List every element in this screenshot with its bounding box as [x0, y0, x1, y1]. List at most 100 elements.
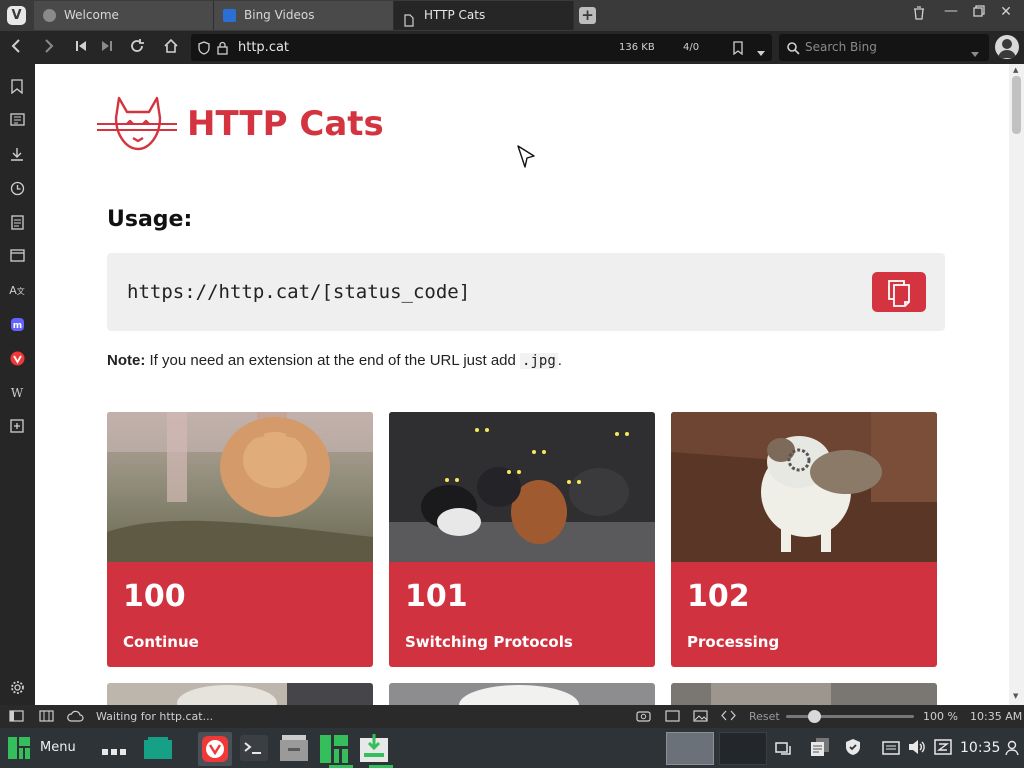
- lock-icon[interactable]: [217, 40, 228, 59]
- bookmarks-panel-icon[interactable]: [9, 79, 25, 95]
- page-icon: [403, 9, 416, 27]
- downloads-icon[interactable]: [9, 147, 25, 163]
- page-tiling-icon[interactable]: [665, 710, 680, 725]
- start-menu-button[interactable]: Menu: [0, 728, 86, 768]
- history-icon[interactable]: [9, 181, 25, 197]
- minimize-button[interactable]: —: [941, 3, 961, 19]
- status-bar: Waiting for http.cat... Reset 100 % 10:3…: [0, 705, 1024, 728]
- taskbar-files[interactable]: [280, 733, 308, 767]
- tab-label: Welcome: [64, 8, 119, 22]
- note-label: Note:: [107, 352, 146, 369]
- svg-text:m: m: [12, 321, 21, 331]
- translate-icon[interactable]: A文: [9, 283, 25, 299]
- show-desktop-icon[interactable]: [144, 737, 172, 763]
- new-tab-button[interactable]: +: [579, 7, 596, 24]
- zoom-reset-button[interactable]: Reset: [749, 710, 780, 723]
- chevron-down-icon[interactable]: [756, 43, 766, 62]
- page-actions-icon[interactable]: [721, 709, 736, 725]
- copy-button[interactable]: [872, 272, 926, 312]
- window-panel-icon[interactable]: [9, 249, 25, 265]
- page-scrollbar[interactable]: ▲ ▼: [1009, 64, 1024, 705]
- status-code: 100: [123, 579, 186, 614]
- home-button[interactable]: [161, 38, 181, 58]
- tile-tabs-icon[interactable]: [39, 710, 54, 725]
- forward-button[interactable]: [39, 38, 59, 58]
- search-field[interactable]: Search Bing: [779, 34, 989, 61]
- taskbar-package-manager[interactable]: [360, 734, 388, 766]
- vivaldi-menu-icon[interactable]: V: [7, 6, 26, 25]
- usage-code: https://http.cat/[status_code]: [127, 281, 471, 303]
- scrollbar-thumb[interactable]: [1012, 76, 1021, 134]
- fast-forward-button[interactable]: [97, 38, 117, 58]
- usage-heading: Usage:: [107, 207, 193, 232]
- globe-icon: [43, 9, 56, 22]
- workspace-1[interactable]: [666, 732, 714, 765]
- security-shield-icon[interactable]: [845, 738, 861, 760]
- tab-welcome[interactable]: Welcome: [34, 1, 214, 30]
- taskbar-clock[interactable]: 10:35: [960, 740, 1000, 756]
- add-panel-icon[interactable]: [9, 419, 25, 435]
- network-icon[interactable]: [882, 740, 900, 759]
- scroll-down-icon[interactable]: ▼: [1013, 692, 1018, 700]
- tab-bing-videos[interactable]: Bing Videos: [214, 1, 394, 30]
- taskbar-manjaro-app[interactable]: [320, 735, 348, 767]
- site-title[interactable]: HTTP Cats: [187, 104, 384, 144]
- shield-icon[interactable]: [198, 40, 210, 59]
- usage-code-block: https://http.cat/[status_code]: [107, 253, 945, 331]
- note-body: If you need an extension at the end of t…: [145, 352, 521, 369]
- status-label: Processing: [687, 633, 780, 651]
- notes-icon[interactable]: [9, 215, 25, 231]
- clipboard-icon[interactable]: [810, 737, 830, 761]
- close-button[interactable]: ✕: [996, 4, 1016, 20]
- http-cats-logo-icon[interactable]: [97, 94, 179, 157]
- reading-list-icon[interactable]: [9, 113, 25, 129]
- menu-label: Menu: [40, 740, 76, 755]
- vivaldi-social-icon[interactable]: [9, 351, 25, 367]
- trash-icon[interactable]: [909, 5, 929, 24]
- user-menu-icon[interactable]: [1005, 740, 1019, 760]
- settings-gear-icon[interactable]: [9, 680, 25, 696]
- wikipedia-icon[interactable]: W: [9, 385, 25, 401]
- address-field[interactable]: http.cat 136 KB 4/0: [191, 34, 772, 61]
- rewind-button[interactable]: [71, 38, 91, 58]
- status-card-101[interactable]: 101 Switching Protocols: [389, 412, 655, 667]
- status-label: Continue: [123, 633, 199, 651]
- search-icon: [786, 40, 800, 59]
- profile-avatar[interactable]: [995, 35, 1019, 59]
- status-card-row2[interactable]: [389, 683, 655, 705]
- workspace-2[interactable]: [719, 732, 767, 765]
- status-card-102[interactable]: 102 Processing: [671, 412, 937, 667]
- status-code: 101: [405, 579, 468, 614]
- panel-toggle-icon[interactable]: [9, 710, 24, 725]
- chevron-down-icon[interactable]: [970, 44, 980, 63]
- tab-label: Bing Videos: [244, 8, 315, 22]
- keyboard-layout-icon[interactable]: [934, 739, 952, 759]
- capture-icon[interactable]: [636, 710, 651, 725]
- tab-http-cats[interactable]: HTTP Cats: [394, 1, 574, 30]
- taskbar-terminal[interactable]: [240, 735, 268, 765]
- zoom-slider-knob[interactable]: [808, 710, 821, 723]
- cloud-sync-icon[interactable]: [67, 710, 84, 725]
- scroll-up-icon[interactable]: ▲: [1013, 66, 1018, 74]
- cat-image-101: [389, 412, 655, 562]
- restore-button[interactable]: [969, 5, 989, 21]
- app-grid-icon[interactable]: [102, 741, 126, 760]
- status-card-100[interactable]: 100 Continue: [107, 412, 373, 667]
- volume-icon[interactable]: [908, 739, 926, 759]
- reload-button[interactable]: [127, 38, 147, 58]
- status-card-row2[interactable]: [671, 683, 937, 705]
- taskbar-vivaldi[interactable]: [198, 732, 232, 766]
- window-list-icon[interactable]: [775, 740, 791, 760]
- bing-icon: [223, 9, 236, 22]
- url-text[interactable]: http.cat: [238, 40, 289, 55]
- mastodon-icon[interactable]: m: [9, 317, 25, 333]
- image-toggle-icon[interactable]: [693, 710, 708, 725]
- taskbar: Menu 10:35: [0, 728, 1024, 768]
- address-toolbar: http.cat 136 KB 4/0 Search Bing: [0, 31, 1024, 64]
- back-button[interactable]: [6, 38, 26, 58]
- zoom-slider[interactable]: [786, 710, 914, 723]
- status-card-row2[interactable]: [107, 683, 373, 705]
- side-panel: A文 m W: [0, 64, 35, 705]
- note-end: .: [557, 352, 562, 369]
- bookmark-icon[interactable]: [733, 40, 743, 59]
